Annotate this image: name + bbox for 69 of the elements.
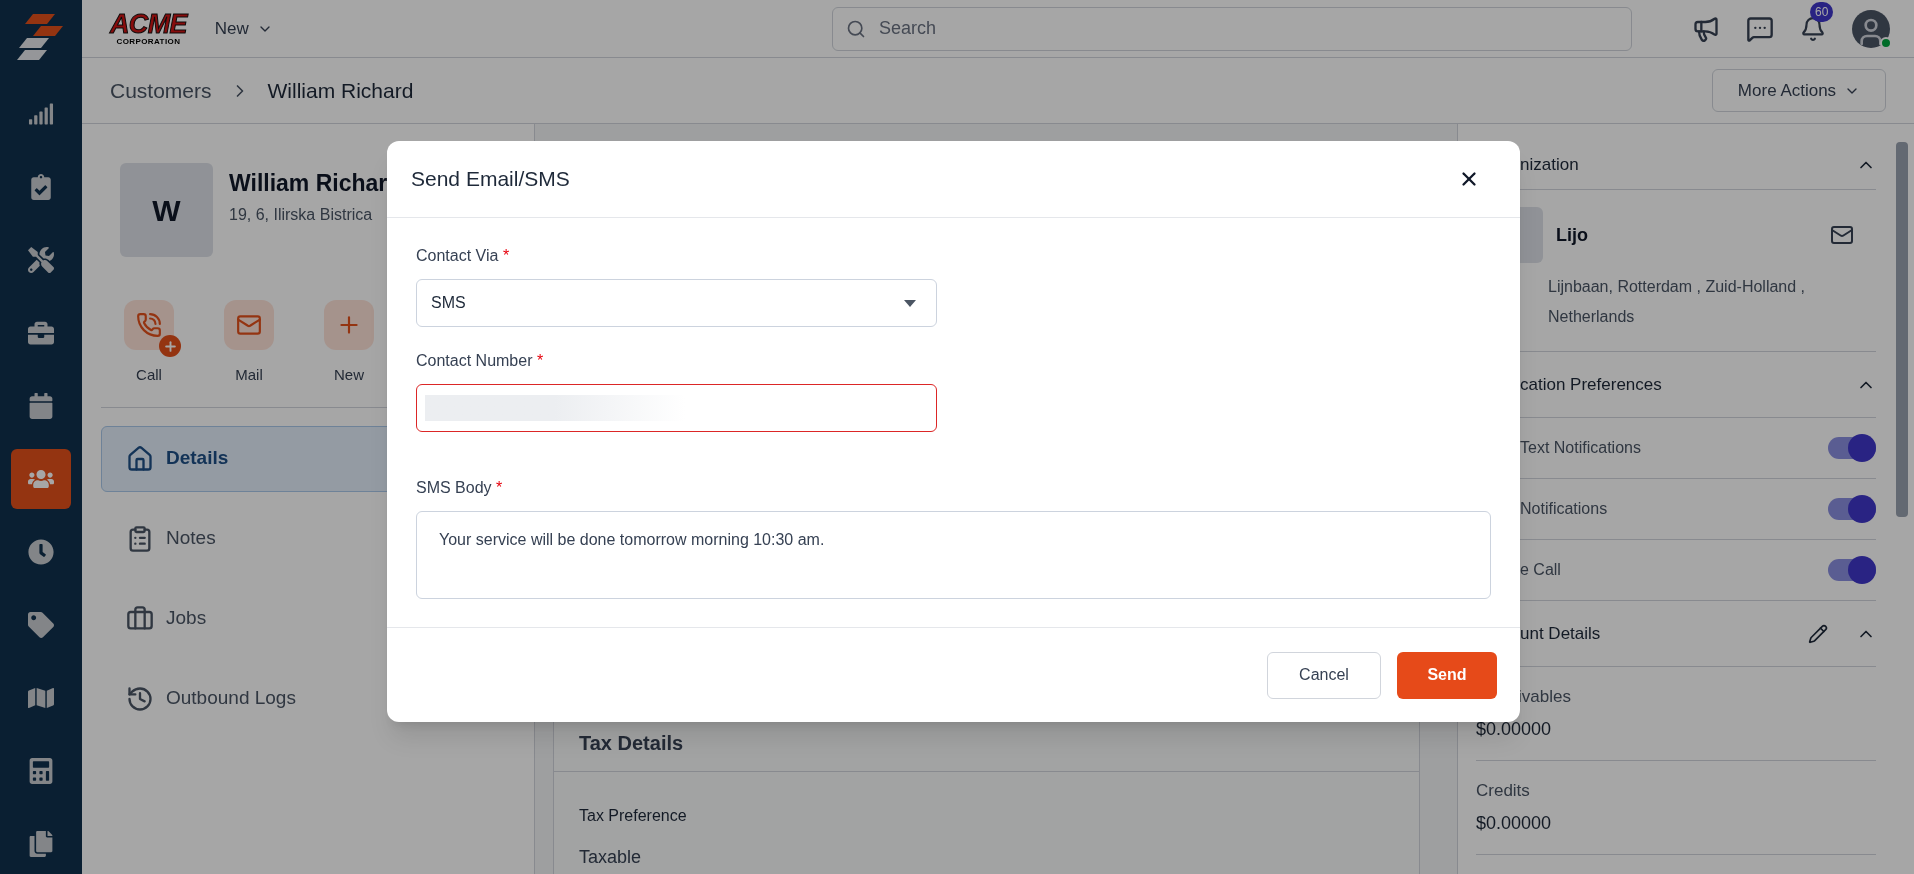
sms-body-field[interactable]: Your service will be done tomorrow morning 10:30 am.	[416, 511, 1491, 599]
quick-action-button[interactable]	[324, 300, 374, 350]
scrollbar-thumb[interactable]	[1896, 142, 1908, 517]
mail-icon[interactable]	[1830, 223, 1854, 247]
phone-icon	[136, 312, 162, 338]
megaphone-icon[interactable]	[1692, 14, 1720, 43]
notification-count: 60	[1810, 1, 1834, 22]
contact-number-field[interactable]	[416, 384, 937, 432]
contact-via-select[interactable]: SMS	[416, 279, 937, 327]
dialog-title: Send Email/SMS	[411, 166, 570, 193]
history-icon	[126, 684, 154, 713]
sidebar-item[interactable]	[11, 449, 71, 509]
field-value: Taxable	[579, 846, 643, 869]
quick-action-label: New	[334, 365, 364, 385]
field-label: Contact Via *	[416, 246, 511, 266]
calendar-icon	[28, 393, 54, 419]
preference-label: Notifications	[1519, 499, 1608, 519]
search-field[interactable]: Search	[832, 6, 1632, 51]
breadcrumb-item: William Richard	[267, 77, 414, 104]
user-avatar[interactable]	[1852, 9, 1890, 48]
tag-icon	[28, 612, 54, 638]
clock-icon	[28, 539, 54, 565]
nav-tab[interactable]: Outbound Logs	[101, 665, 530, 732]
clipboard-check-icon	[28, 174, 54, 200]
customer-name: William Richar	[229, 169, 388, 198]
briefcase-icon	[28, 320, 54, 346]
send-button[interactable]: Send	[1397, 651, 1497, 699]
copy-icon	[28, 831, 54, 857]
home-icon	[126, 444, 154, 473]
quick-action-label: Call	[136, 365, 162, 385]
chat-icon[interactable]	[1746, 14, 1774, 43]
contact-name: Lijo	[1556, 223, 1588, 247]
tools-icon	[28, 247, 54, 273]
section-title: unt Details	[1519, 622, 1601, 645]
search-icon	[846, 18, 866, 39]
preference-label: Text Notifications	[1519, 438, 1641, 458]
field-value: $0.00000	[1476, 717, 1553, 741]
field-label: Tax Preference	[579, 806, 688, 826]
section-title: Tax Details	[579, 731, 684, 756]
toggle-switch[interactable]	[1828, 559, 1876, 581]
bar-chart-icon	[28, 101, 54, 127]
customer-avatar: W	[120, 163, 213, 257]
more-actions-button[interactable]: More Actions	[1712, 69, 1886, 112]
quick-action-button[interactable]	[124, 300, 174, 350]
add-badge-icon	[159, 335, 181, 357]
field-value: $0.00000	[1476, 811, 1553, 835]
cancel-button[interactable]: Cancel	[1267, 651, 1381, 699]
section-title: nization	[1519, 154, 1579, 177]
customer-address: 19, 6, Ilirska Bistrica	[229, 204, 374, 225]
bell-icon[interactable]	[1800, 15, 1826, 42]
dropdown-caret-icon	[904, 299, 916, 307]
field-label: Contact Number *	[416, 351, 545, 371]
quick-action-label: Mail	[235, 365, 263, 385]
edit-icon[interactable]	[1808, 623, 1828, 644]
field-label: Credits	[1476, 780, 1531, 803]
quick-action-button[interactable]	[224, 300, 274, 350]
section-title: cation Preferences	[1519, 373, 1662, 396]
preference-label: e Call	[1519, 560, 1561, 580]
mail-icon	[236, 312, 262, 338]
calculator-icon	[28, 758, 54, 784]
briefcase-icon	[126, 604, 154, 633]
company-logo: ACME CORPORATION	[110, 11, 187, 46]
address-line: Netherlands	[1548, 307, 1636, 327]
new-menu-button[interactable]: New	[214, 15, 273, 42]
toggle-switch[interactable]	[1828, 437, 1876, 459]
address-line: Lijnbaan, Rotterdam , Zuid-Holland ,	[1548, 277, 1807, 297]
breadcrumb-item[interactable]: Customers	[110, 74, 212, 107]
toggle-switch[interactable]	[1828, 498, 1876, 520]
map-icon	[28, 685, 54, 711]
